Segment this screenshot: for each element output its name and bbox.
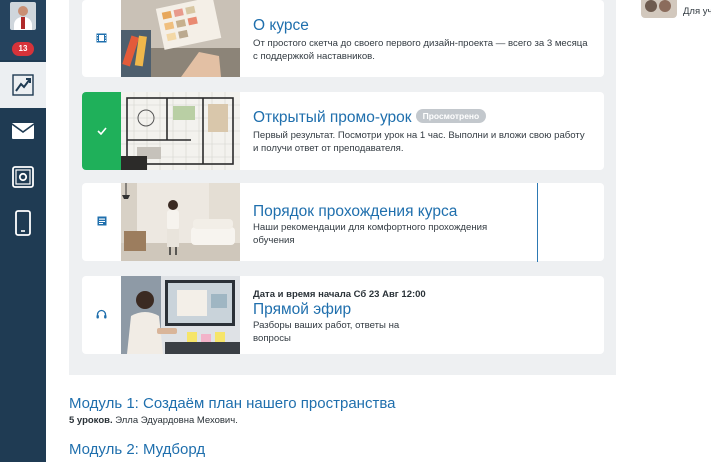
module-1-meta: 5 уроков. Элла Эдуардовна Мехович. — [69, 415, 238, 427]
lesson-description: Наши рекомендации для комфортного прохож… — [253, 222, 488, 246]
teacher-caption: Для уч — [683, 6, 711, 17]
module-2-title[interactable]: Модуль 2: Мудборд — [69, 441, 205, 459]
sidebar-item-progress[interactable] — [0, 62, 46, 108]
page: 13 Для уч О курсе От простого скетча до … — [0, 0, 711, 462]
headphones-icon — [96, 306, 107, 324]
safe-icon — [11, 165, 35, 189]
lesson-thumbnail — [121, 276, 240, 354]
lesson-title[interactable]: Прямой эфир — [253, 301, 590, 319]
lesson-thumbnail — [121, 183, 240, 261]
notification-badge[interactable]: 13 — [12, 42, 34, 56]
sidebar-item-safe[interactable] — [0, 154, 46, 200]
check-icon — [96, 122, 107, 140]
document-icon — [97, 213, 107, 231]
lesson-row-about[interactable]: О курсе От простого скетча до своего пер… — [82, 0, 604, 77]
profile-block[interactable]: 13 — [0, 0, 46, 60]
lesson-row-promo[interactable]: Открытый промо-урок Просмотрено Первый ре… — [82, 92, 604, 170]
lesson-description: Первый результат. Посмотри урок на 1 час… — [253, 130, 585, 154]
lesson-title[interactable]: О курсе — [253, 17, 590, 35]
chart-icon — [11, 73, 35, 97]
watched-badge: Просмотрено — [415, 108, 487, 123]
module-1-lessons-count: 5 уроков. — [69, 415, 113, 426]
lesson-thumbnail — [121, 92, 240, 170]
lesson-row-live[interactable]: Дата и время начала Сб 23 Авг 12:00 Прям… — [82, 276, 604, 354]
avatar[interactable] — [10, 2, 36, 30]
module-1-author: Элла Эдуардовна Мехович. — [115, 415, 238, 426]
phone-icon — [15, 210, 31, 236]
teacher-avatar[interactable] — [641, 0, 677, 18]
lesson-row-course-order[interactable]: Порядок прохождения курса Наши рекоменда… — [82, 183, 604, 261]
lesson-description: От простого скетча до своего первого диз… — [253, 38, 588, 62]
film-icon — [96, 30, 107, 48]
sidebar: 13 — [0, 0, 46, 462]
lesson-thumbnail — [121, 0, 240, 77]
mail-icon — [11, 122, 35, 140]
sidebar-item-mobile[interactable] — [0, 200, 46, 246]
live-start-datetime: Дата и время начала Сб 23 Авг 12:00 — [253, 289, 426, 300]
completed-marker — [82, 92, 121, 170]
sidebar-item-messages[interactable] — [0, 108, 46, 154]
lesson-description: Разборы ваших работ, ответы на вопросы — [253, 320, 400, 344]
lesson-title[interactable]: Открытый промо-урок — [253, 109, 412, 126]
module-1-title[interactable]: Модуль 1: Создаём план нашего пространст… — [69, 395, 395, 413]
divider — [537, 183, 538, 262]
lesson-title[interactable]: Порядок прохождения курса — [253, 203, 590, 221]
